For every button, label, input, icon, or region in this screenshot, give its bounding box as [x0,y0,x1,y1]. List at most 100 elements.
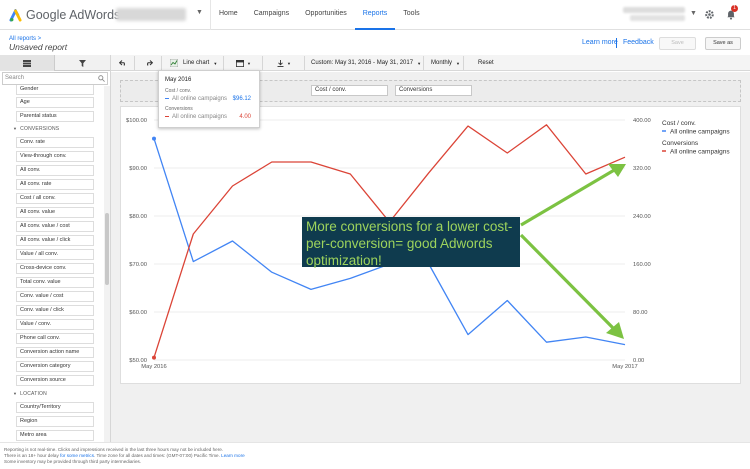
chart-type-dropdown[interactable]: Line chart ▼ [170,55,217,71]
learn-more-link[interactable]: Learn more [582,39,618,46]
footer-text: . Time zone for all dates and times: (GM… [94,453,222,458]
field-conv-value-cost[interactable]: Conv. value / cost [16,291,94,302]
section-location-header[interactable]: ▼ LOCATION [13,391,47,397]
tooltip-row-cost: All online campaigns $96.12 [165,96,257,102]
tab-filters[interactable] [55,55,110,71]
sidebar-tabs [0,55,110,71]
chart-toolbar: Line chart ▼ ▼ ▼ Custom: May 31, 2016 - … [111,55,750,71]
field-all-conv-value-click[interactable]: All conv. value / click [16,235,94,246]
user-email[interactable] [623,7,685,13]
field-conv-value-click[interactable]: Conv. value / click [16,305,94,316]
field-conversion-source[interactable]: Conversion source [16,375,94,386]
field-all-conv-value-cost[interactable]: All conv. value / cost [16,221,94,232]
data-point [152,136,156,141]
annotation-arrow-up [520,167,617,227]
field-cross-device-conv[interactable]: Cross-device conv. [16,263,94,274]
date-range-selector[interactable]: Custom: May 31, 2016 - May 31, 2017 ▼ [311,55,421,71]
section-location-label: LOCATION [20,391,47,397]
reset-button[interactable]: Reset [478,55,494,71]
download-dropdown[interactable]: ▼ [277,55,291,71]
chevron-down-icon: ▼ [417,60,422,66]
nav-home[interactable]: Home [211,0,246,30]
page-title[interactable]: Unsaved report [9,42,67,52]
footer-line-3: Some inventory may be provided through t… [4,459,142,464]
gear-icon[interactable] [704,9,715,20]
feedback-link[interactable]: Feedback [623,39,654,46]
y-left-tick-label: $100.00 [126,118,147,124]
field-age[interactable]: Age [16,97,94,108]
footer-learn-more-link[interactable]: Learn more [221,453,245,458]
field-conversion-action-name[interactable]: Conversion action name [16,347,94,358]
toolbar-separator [223,56,224,70]
field-country-territory[interactable]: Country/Territory [16,402,94,413]
data-point [152,355,156,360]
field-conversion-category[interactable]: Conversion category [16,361,94,372]
nav-reports[interactable]: Reports [354,0,396,30]
download-icon [277,59,284,67]
metric-chip-conversions[interactable]: Conversions [395,85,472,96]
footer-metrics-link[interactable]: for some metrics [60,453,94,458]
field-all-conv[interactable]: All conv. [16,165,94,176]
redo-icon [147,60,153,66]
layout-dropdown[interactable]: ▼ [236,55,251,71]
top-bar: Google AdWords ▼ Home Campaigns Opportun… [0,0,750,30]
account-selector[interactable] [116,8,186,21]
y-left-tick-label: $90.00 [129,166,147,172]
notification-badge: 1 [731,5,738,12]
metric-chip-cost-per-conv[interactable]: Cost / conv. [311,85,388,96]
nav-tools[interactable]: Tools [395,0,427,30]
field-metro-area[interactable]: Metro area [16,430,94,441]
field-all-conv-rate[interactable]: All conv. rate [16,179,94,190]
undo-icon [119,60,125,66]
field-conv-rate[interactable]: Conv. rate [16,137,94,148]
chevron-down-icon: ▼ [287,60,291,66]
field-phone-call-conv[interactable]: Phone call conv. [16,333,94,344]
field-total-conv-value[interactable]: Total conv. value [16,277,94,288]
granularity-label: Monthly [431,60,453,66]
save-button[interactable]: Save [659,37,696,50]
field-value-all-conv[interactable]: Value / all conv. [16,249,94,260]
tooltip-metric-cost: Cost / conv. [165,88,192,94]
tooltip-row-label: All online campaigns [172,96,228,102]
granularity-dropdown[interactable]: Monthly ▼ [431,55,460,71]
main-nav: Home Campaigns Opportunities Reports Too… [210,0,428,30]
save-as-button[interactable]: Save as [705,37,741,50]
legend-label: All online campaigns [670,129,730,136]
field-parental-status[interactable]: Parental status [16,111,94,122]
field-cost-all-conv[interactable]: Cost / all conv. [16,193,94,204]
field-value-conv[interactable]: Value / conv. [16,319,94,330]
annotation-callout: More conversions for a lower cost-per-co… [302,217,520,268]
legend-label: All online campaigns [670,149,730,156]
toolbar-separator [262,56,263,70]
collapse-triangle-icon: ▼ [13,391,18,396]
sidebar-scroll-thumb[interactable] [105,213,109,285]
field-view-through-conv[interactable]: View-through conv. [16,151,94,162]
table-icon [23,59,31,67]
toolbar-separator [134,56,135,70]
toolbar-separator [161,56,162,70]
sidebar-search-input[interactable]: Search [2,72,108,85]
section-conversions-header[interactable]: ▼ CONVERSIONS [13,126,59,132]
undo-button[interactable] [119,55,127,71]
tooltip-row-label: All online campaigns [172,114,228,120]
user-menu-caret-icon[interactable]: ▼ [690,10,697,17]
redo-button[interactable] [145,55,153,71]
collapse-triangle-icon: ▼ [13,126,18,131]
legend-title: Conversions [662,140,699,147]
account-caret-icon[interactable]: ▼ [196,9,203,16]
footer: Reporting is not real-time. Clicks and i… [0,442,750,469]
field-all-conv-value[interactable]: All conv. value [16,207,94,218]
legend-title: Cost / conv. [662,120,696,127]
product-name: Google AdWords [26,8,121,22]
chevron-down-icon: ▼ [247,60,251,66]
line-chart-icon [170,59,178,67]
field-gender[interactable]: Gender [16,85,94,95]
tab-columns[interactable] [0,55,55,71]
nav-campaigns[interactable]: Campaigns [246,0,297,30]
y-right-tick-label: 240.00 [633,214,651,220]
adwords-logo[interactable]: Google AdWords [9,8,120,22]
x-tick-label: May 2017 [612,364,637,370]
nav-opportunities[interactable]: Opportunities [297,0,355,30]
chevron-down-icon: ▼ [456,60,460,66]
field-region[interactable]: Region [16,416,94,427]
